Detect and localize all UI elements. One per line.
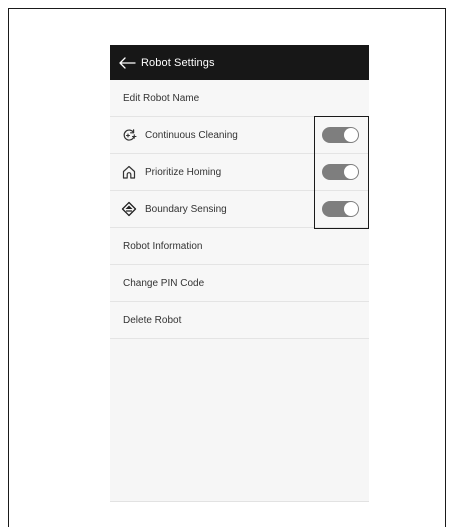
robot-information-item[interactable]: Robot Information <box>110 228 369 265</box>
toggle-knob <box>344 202 358 216</box>
phone-screen: Robot Settings Edit Robot Name Continuou… <box>110 45 369 502</box>
delete-robot-item[interactable]: Delete Robot <box>110 302 369 339</box>
prioritize-homing-label: Prioritize Homing <box>145 166 222 178</box>
prioritize-homing-toggle[interactable] <box>322 164 359 180</box>
edit-robot-name-label: Edit Robot Name <box>123 92 200 104</box>
robot-information-label: Robot Information <box>123 240 203 252</box>
continuous-cleaning-item: Continuous Cleaning <box>110 117 369 154</box>
refresh-plus-icon <box>123 129 137 141</box>
delete-robot-label: Delete Robot <box>123 314 182 326</box>
boundary-sensing-item: Boundary Sensing <box>110 191 369 228</box>
home-icon <box>122 165 136 179</box>
toggle-knob <box>344 128 358 142</box>
edit-robot-name-item[interactable]: Edit Robot Name <box>110 80 369 117</box>
page-title: Robot Settings <box>141 56 215 69</box>
continuous-cleaning-label: Continuous Cleaning <box>145 129 238 141</box>
arrow-left-icon[interactable] <box>117 56 137 70</box>
continuous-cleaning-toggle[interactable] <box>322 127 359 143</box>
boundary-sensor-icon <box>121 201 137 217</box>
change-pin-code-item[interactable]: Change PIN Code <box>110 265 369 302</box>
change-pin-code-label: Change PIN Code <box>123 277 205 289</box>
toggle-knob <box>344 165 358 179</box>
boundary-sensing-label: Boundary Sensing <box>145 203 227 215</box>
prioritize-homing-item: Prioritize Homing <box>110 154 369 191</box>
app-bar: Robot Settings <box>110 45 369 80</box>
boundary-sensing-toggle[interactable] <box>322 201 359 217</box>
